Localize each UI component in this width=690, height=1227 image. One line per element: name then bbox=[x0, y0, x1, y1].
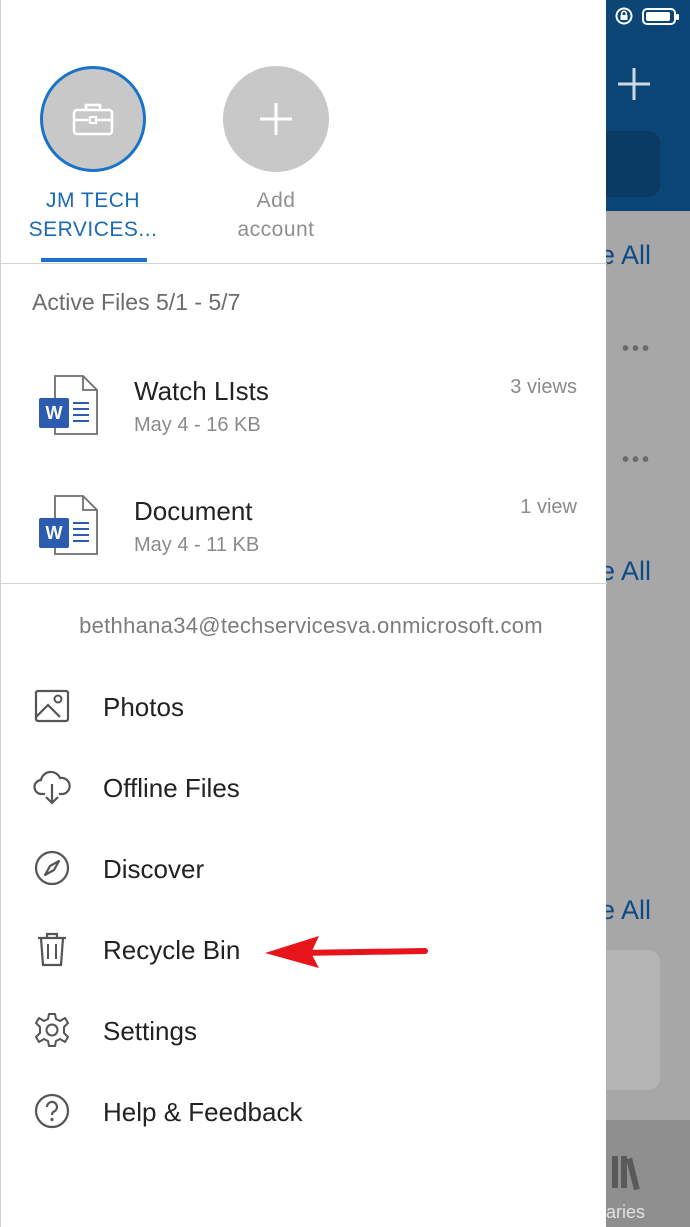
account-label: JM TECH SERVICES... bbox=[23, 186, 163, 244]
annotation-arrow-icon bbox=[265, 936, 428, 968]
background-card bbox=[606, 950, 660, 1090]
file-views: 3 views bbox=[510, 376, 577, 398]
background-header bbox=[606, 0, 690, 211]
menu-label: Discover bbox=[103, 854, 205, 884]
divider bbox=[1, 583, 607, 584]
divider bbox=[1, 263, 607, 264]
file-row[interactable]: W Document May 4 - 11 KB 1 view bbox=[1, 482, 607, 582]
navigation-drawer: JM TECH SERVICES... Add account Active F… bbox=[0, 0, 607, 1227]
menu-label: Settings bbox=[103, 1016, 197, 1046]
menu-label: Offline Files bbox=[103, 773, 240, 803]
rotation-lock-icon bbox=[615, 7, 633, 25]
battery-icon bbox=[642, 7, 679, 25]
add-account-button[interactable]: Add account bbox=[206, 66, 346, 244]
file-name: Document bbox=[134, 496, 253, 526]
menu-item-photos[interactable]: Photos bbox=[1, 678, 607, 738]
plus-icon[interactable] bbox=[614, 64, 654, 104]
file-views: 1 view bbox=[520, 496, 577, 518]
background-see-all-link[interactable]: e All bbox=[606, 556, 690, 587]
gear-icon bbox=[35, 1013, 69, 1047]
plus-icon bbox=[260, 103, 292, 135]
background-more-icon[interactable]: ••• bbox=[622, 338, 652, 361]
background-app[interactable]: e All ••• ••• e All e All raries bbox=[606, 0, 690, 1227]
background-see-all-link[interactable]: e All bbox=[606, 240, 690, 271]
account-label-line: SERVICES... bbox=[28, 218, 158, 241]
trash-icon bbox=[38, 932, 66, 967]
menu-label: Help & Feedback bbox=[103, 1097, 303, 1127]
background-see-all-link[interactable]: e All bbox=[606, 895, 690, 926]
selected-account-indicator bbox=[41, 258, 147, 262]
background-tab-label[interactable]: raries bbox=[606, 1202, 645, 1223]
photo-icon bbox=[34, 689, 70, 723]
menu-label: Photos bbox=[103, 692, 184, 722]
svg-text:W: W bbox=[46, 523, 63, 543]
word-doc-icon: W bbox=[39, 375, 98, 435]
compass-icon bbox=[34, 850, 70, 886]
menu-label: Recycle Bin bbox=[103, 935, 241, 965]
account-label-line: Add bbox=[256, 189, 296, 212]
menu-item-offline-files[interactable]: Offline Files bbox=[1, 759, 607, 819]
word-doc-icon: W bbox=[39, 495, 98, 555]
svg-text:W: W bbox=[46, 403, 63, 423]
menu-item-discover[interactable]: Discover bbox=[1, 840, 607, 900]
file-meta: May 4 - 11 KB bbox=[134, 534, 260, 556]
briefcase-icon bbox=[72, 103, 114, 136]
active-files-header: Active Files 5/1 - 5/7 bbox=[32, 289, 241, 315]
status-bar-icons bbox=[614, 6, 679, 26]
libraries-icon[interactable] bbox=[610, 1152, 650, 1192]
account-label-line: account bbox=[237, 218, 315, 241]
account-email: bethhana34@techservicesva.onmicrosoft.co… bbox=[79, 613, 543, 638]
file-row[interactable]: W Watch LIsts May 4 - 16 KB 3 views bbox=[1, 362, 607, 462]
add-account-avatar[interactable] bbox=[223, 66, 329, 172]
file-meta: May 4 - 16 KB bbox=[134, 414, 261, 436]
cloud-download-icon bbox=[33, 770, 71, 805]
file-name: Watch LIsts bbox=[134, 376, 269, 406]
background-more-icon[interactable]: ••• bbox=[622, 449, 652, 472]
menu-item-settings[interactable]: Settings bbox=[1, 1002, 607, 1062]
menu-item-help-feedback[interactable]: Help & Feedback bbox=[1, 1083, 607, 1143]
account-label-line: JM TECH bbox=[45, 189, 141, 212]
account-jm-tech[interactable]: JM TECH SERVICES... bbox=[23, 66, 163, 244]
account-label: Add account bbox=[206, 186, 346, 244]
background-search-box[interactable] bbox=[606, 131, 660, 197]
account-avatar[interactable] bbox=[40, 66, 146, 172]
help-icon bbox=[34, 1093, 70, 1129]
